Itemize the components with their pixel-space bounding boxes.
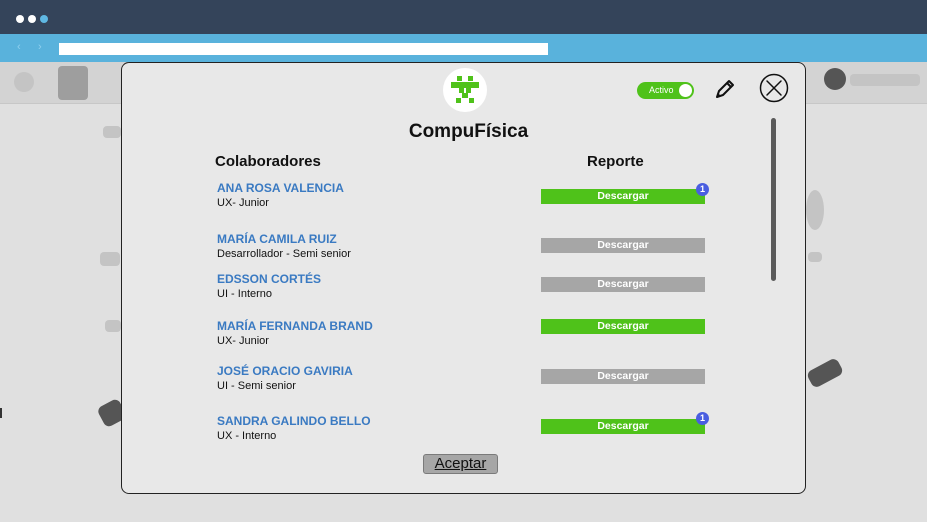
collaborator-role: UI - Interno [217,288,273,300]
collaborator-name: ANA ROSA VALENCIA [217,181,344,195]
toggle-label: Activo [649,85,674,95]
background-object [805,357,845,389]
background-text [103,126,121,138]
collaborator-role: UI - Semi senior [217,380,296,392]
modal-scrollbar[interactable] [771,118,776,281]
pencil-icon[interactable] [712,76,738,102]
collaborator-row: EDSSON CORTÉS UI - Interno Descargar [122,272,762,312]
download-button[interactable]: Descargar [541,419,705,434]
notification-badge: 1 [696,412,709,425]
background-icon [14,72,34,92]
url-field[interactable] [59,43,548,55]
chevron-left-icon[interactable]: ‹ [17,42,21,53]
download-button[interactable]: Descargar [541,238,705,253]
background-text [808,252,822,262]
browser-titlebar [0,0,927,34]
download-button[interactable]: Descargar [541,277,705,292]
collaborator-name: JOSÉ ORACIO GAVIRIA [217,364,353,378]
window-dot [16,15,24,23]
browser-address-bar: ‹ › [0,34,927,62]
chevron-right-icon[interactable]: › [38,42,42,53]
background-icon [58,66,88,100]
download-button[interactable]: Descargar [541,369,705,384]
collaborator-row: SANDRA GALINDO BELLO UX - Interno Descar… [122,412,762,454]
download-button[interactable]: Descargar [541,189,705,204]
collaborator-row: ANA ROSA VALENCIA UX- Junior Descargar 1 [122,181,762,221]
background-avatar [824,68,846,90]
background-mark [0,408,2,418]
collaborator-name: MARÍA CAMILA RUIZ [217,232,337,246]
background-text [105,320,121,332]
collaborator-name: EDSSON CORTÉS [217,272,322,286]
collaborator-role: UX- Junior [217,197,269,209]
window-dot [40,15,48,23]
compufisica-logo-icon [443,68,487,112]
background-text [850,74,920,86]
collaborator-role: UX - Interno [217,430,277,442]
collaborator-name: MARÍA FERNANDA BRAND [217,319,373,333]
download-button[interactable]: Descargar [541,319,705,334]
collaborator-row: MARÍA CAMILA RUIZ Desarrollador - Semi s… [122,232,762,272]
window-dots [16,15,48,23]
collaborator-name: SANDRA GALINDO BELLO [217,414,371,428]
active-toggle[interactable]: Activo [637,82,694,99]
toggle-knob [679,84,692,97]
modal-title: CompuFísica [408,121,529,142]
window-dot [28,15,36,23]
collaborator-row: JOSÉ ORACIO GAVIRIA UI - Semi senior Des… [122,364,762,404]
notification-badge: 1 [696,183,709,196]
collaborator-row: MARÍA FERNANDA BRAND UX- Junior Descarga… [122,319,762,359]
close-circle-icon[interactable] [759,73,789,103]
background-shape [806,190,824,230]
report-column-header: Reporte [587,153,644,170]
accept-button[interactable]: Aceptar [423,454,498,474]
background-text [100,252,120,266]
collaborator-role: Desarrollador - Semi senior [217,248,351,260]
collaborator-role: UX- Junior [217,335,269,347]
team-report-modal: Activo CompuFísica Colaboradores Reporte… [121,62,806,494]
collaborators-column-header: Colaboradores [215,153,321,170]
